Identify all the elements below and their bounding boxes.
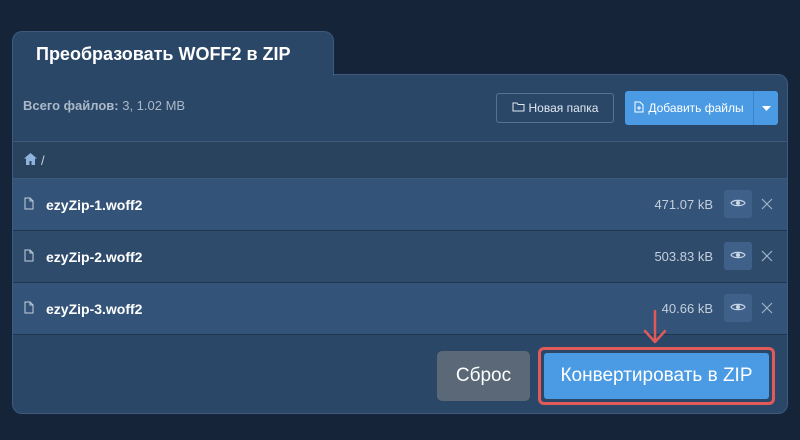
file-name: ezyZip-2.woff2 [46, 248, 143, 265]
convert-highlight: Конвертировать в ZIP [538, 347, 775, 405]
eye-icon [730, 247, 746, 265]
close-icon [761, 249, 773, 266]
preview-button[interactable] [724, 190, 752, 218]
close-icon [761, 301, 773, 318]
add-files-button-group: Добавить файлы [625, 91, 778, 125]
breadcrumb: / [13, 141, 787, 179]
remove-file-button[interactable] [761, 301, 773, 319]
add-files-dropdown-toggle[interactable] [754, 91, 778, 125]
eye-icon [730, 195, 746, 213]
close-icon [761, 197, 773, 214]
file-plus-icon [634, 101, 644, 116]
add-files-button[interactable]: Добавить файлы [625, 91, 754, 125]
remove-file-button[interactable] [761, 249, 773, 267]
convert-label: Конвертировать в ZIP [560, 365, 753, 386]
convert-button[interactable]: Конвертировать в ZIP [544, 353, 769, 399]
caret-down-icon [761, 99, 771, 117]
remove-file-button[interactable] [761, 197, 773, 215]
file-icon [24, 249, 34, 267]
file-list: ezyZip-1.woff2 471.07 kB ezyZip-2.woff2 … [13, 179, 787, 335]
file-row: ezyZip-2.woff2 503.83 kB [13, 231, 787, 283]
breadcrumb-path: / [41, 152, 45, 168]
toolbar: Всего файлов: 3, 1.02 MB Новая папка Доб… [13, 75, 787, 135]
add-files-label: Добавить файлы [648, 101, 744, 115]
files-summary: Всего файлов: 3, 1.02 MB [23, 98, 185, 113]
reset-label: Сброс [455, 365, 512, 386]
files-summary-label: Всего файлов: [23, 98, 119, 113]
file-size: 503.83 kB [654, 249, 713, 264]
file-size: 40.66 kB [661, 301, 713, 316]
file-name: ezyZip-3.woff2 [46, 300, 143, 317]
new-folder-label: Новая папка [528, 101, 599, 115]
tab-title: Преобразовать WOFF2 в ZIP [36, 43, 291, 64]
file-icon [24, 197, 34, 215]
home-icon[interactable] [24, 152, 37, 168]
arrow-down-icon [643, 309, 667, 349]
file-row: ezyZip-1.woff2 471.07 kB [13, 179, 787, 231]
preview-button[interactable] [724, 294, 752, 322]
file-row: ezyZip-3.woff2 40.66 kB [13, 283, 787, 335]
eye-icon [730, 299, 746, 317]
files-summary-value: 3, 1.02 MB [122, 98, 186, 113]
preview-button[interactable] [724, 242, 752, 270]
tab-convert-woff2-zip[interactable]: Преобразовать WOFF2 в ZIP [12, 31, 334, 76]
reset-button[interactable]: Сброс [437, 351, 530, 401]
file-size: 471.07 kB [654, 197, 713, 212]
folder-plus-icon [512, 101, 525, 115]
file-name: ezyZip-1.woff2 [46, 196, 143, 213]
file-icon [24, 301, 34, 319]
new-folder-button[interactable]: Новая папка [496, 93, 614, 123]
file-panel: Всего файлов: 3, 1.02 MB Новая папка Доб… [12, 74, 788, 414]
